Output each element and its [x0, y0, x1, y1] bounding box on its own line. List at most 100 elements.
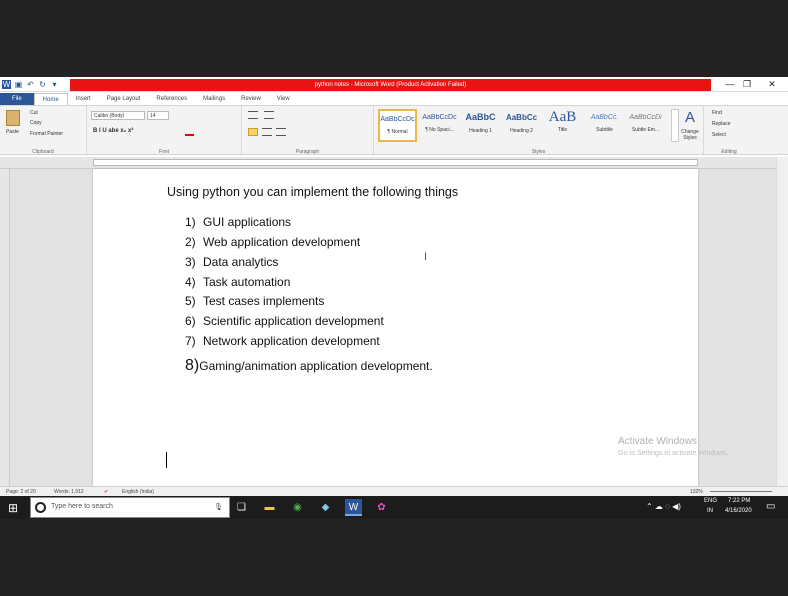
style-normal[interactable]: AaBbCcDc ¶ Normal — [378, 109, 417, 142]
tab-page-layout[interactable]: Page Layout — [99, 93, 149, 105]
list-item: 6) Scientific application development — [185, 314, 384, 328]
paragraph-label: Paragraph — [295, 149, 320, 155]
file-explorer-icon[interactable]: ▬ — [261, 499, 278, 516]
doc-heading: Using python you can implement the follo… — [167, 185, 459, 199]
list-item: 7) Network application development — [185, 334, 380, 348]
zoom-level[interactable]: 132% — [690, 489, 703, 495]
app-icon-2[interactable]: ✿ — [373, 499, 390, 516]
list-item: 8)Gaming/animation application developme… — [185, 357, 433, 374]
mouse-ibeam-icon: I — [424, 251, 428, 263]
screen: W ▣ ↶ ↻ ▾ python notes - Microsoft Word … — [0, 0, 788, 596]
tab-insert[interactable]: Insert — [68, 93, 99, 105]
document-page[interactable]: Using python you can implement the follo… — [93, 169, 698, 486]
tab-home[interactable]: Home — [33, 93, 68, 105]
windows-start-icon[interactable]: ⊞ — [5, 500, 21, 516]
ribbon-tabs: File Home Insert Page Layout References … — [0, 93, 788, 105]
change-styles-icon[interactable]: A — [682, 110, 698, 126]
language-region[interactable]: IN — [707, 508, 713, 514]
paste-button[interactable]: Paste — [6, 129, 19, 135]
clock-date[interactable]: 4/16/2020 — [725, 508, 752, 514]
language-code[interactable]: ENG — [704, 498, 717, 504]
tab-view[interactable]: View — [269, 93, 298, 105]
search-placeholder: Type here to search — [51, 503, 113, 510]
title-bar: W ▣ ↶ ↻ ▾ python notes - Microsoft Word … — [0, 77, 788, 92]
list-item: 1) GUI applications — [185, 215, 292, 229]
horizontal-ruler[interactable] — [0, 157, 776, 169]
vertical-scrollbar[interactable] — [776, 157, 788, 487]
redo-icon[interactable]: ↻ — [38, 80, 47, 89]
styles-group: AaBbCcDc ¶ Normal AaBbCcDc ¶ No Spaci...… — [374, 106, 704, 156]
window-title: python notes - Microsoft Word (Product A… — [70, 79, 711, 91]
task-view-icon[interactable]: ❏ — [233, 499, 250, 516]
tray-icons[interactable]: ⌃ ☁ ◌ ◀) — [646, 502, 681, 511]
format-painter-button[interactable]: Format Painter — [30, 131, 63, 137]
style-subtitle[interactable]: AaBbCc. Subtitle — [585, 109, 624, 142]
align-right-icon[interactable] — [276, 128, 286, 136]
quick-access-toolbar: W ▣ ↶ ↻ ▾ — [2, 79, 59, 90]
language[interactable]: English (India) — [122, 489, 154, 495]
style-no-spacing[interactable]: AaBbCcDc ¶ No Spaci... — [420, 109, 459, 142]
font-color-icon[interactable] — [185, 128, 194, 136]
app-icon[interactable]: ◆ — [317, 499, 334, 516]
search-icon — [35, 502, 46, 513]
cut-button[interactable]: Cut — [30, 110, 38, 116]
editing-label: Editing — [721, 149, 737, 155]
find-button[interactable]: Find — [712, 110, 722, 116]
list-item: 2) Web application development — [185, 235, 361, 249]
microphone-icon[interactable]: 🎙 — [214, 503, 223, 511]
align-center-icon[interactable] — [262, 128, 272, 136]
ribbon: Paste Cut Copy Format Painter Clipboard … — [0, 105, 788, 156]
select-button[interactable]: Select — [712, 132, 726, 138]
word-count[interactable]: Words: 1,912 — [54, 489, 84, 495]
clipboard-group: Paste Cut Copy Format Painter Clipboard — [0, 106, 87, 156]
styles-label: Styles — [531, 149, 546, 155]
font-format-buttons[interactable]: B I U abe x₂ x² — [93, 128, 133, 134]
notifications-icon[interactable]: ▭ — [766, 501, 775, 512]
editing-group: Find Replace Select Editing — [704, 106, 754, 156]
word-window: W ▣ ↶ ↻ ▾ python notes - Microsoft Word … — [0, 77, 788, 519]
undo-icon[interactable]: ↶ — [26, 80, 35, 89]
numbering-icon[interactable] — [264, 111, 274, 119]
ruler-track — [93, 159, 698, 166]
paragraph-group: Paragraph — [242, 106, 374, 156]
word-icon: W — [2, 80, 11, 89]
status-bar: Page: 2 of 20 Words: 1,912 ✔ English (In… — [0, 486, 788, 496]
font-size-select[interactable]: 14 — [147, 111, 169, 120]
close-button[interactable]: ✕ — [758, 77, 786, 92]
list-item: 5) Test cases implements — [185, 294, 325, 308]
paste-icon[interactable] — [6, 110, 20, 126]
list-item: 4) Task automation — [185, 275, 291, 289]
style-title[interactable]: AaB Title — [543, 109, 582, 142]
change-styles-button[interactable]: Change Styles — [678, 129, 702, 141]
style-heading-1[interactable]: AaBbC Heading 1 — [461, 109, 500, 142]
page-count[interactable]: Page: 2 of 20 — [6, 489, 36, 495]
font-family-select[interactable]: Calibri (Body) — [91, 111, 145, 120]
style-subtle-emphasis[interactable]: AaBbCcDi Subtle Em... — [626, 109, 665, 142]
style-heading-2[interactable]: AaBbCc Heading 2 — [502, 109, 541, 142]
bullets-icon[interactable] — [248, 111, 258, 119]
font-label: Font — [158, 149, 169, 155]
copy-button[interactable]: Copy — [30, 120, 42, 126]
activate-windows-hint: Go to Settings to activate Windows. — [618, 450, 729, 457]
activate-windows-watermark: Activate Windows — [618, 436, 697, 447]
zoom-slider[interactable] — [710, 491, 772, 492]
taskbar-search[interactable]: Type here to search 🎙 — [30, 497, 230, 518]
taskbar: ⊞ Type here to search 🎙 ❏ ▬ ◉ ◆ W ✿ ⌃ ☁ … — [0, 496, 788, 519]
save-icon[interactable]: ▣ — [14, 80, 23, 89]
clock-time[interactable]: 7:22 PM — [728, 498, 750, 504]
font-group: Calibri (Body) 14 B I U abe x₂ x² Font — [87, 106, 242, 156]
word-taskbar-icon[interactable]: W — [345, 499, 362, 516]
chrome-icon[interactable]: ◉ — [289, 499, 306, 516]
tab-references[interactable]: References — [148, 93, 195, 105]
align-left-icon[interactable] — [248, 128, 258, 136]
clipboard-label: Clipboard — [32, 149, 54, 155]
tab-review[interactable]: Review — [233, 93, 269, 105]
vertical-ruler[interactable] — [0, 169, 10, 486]
replace-button[interactable]: Replace — [712, 121, 730, 127]
restore-button[interactable]: ❐ — [733, 77, 761, 92]
tab-mailings[interactable]: Mailings — [195, 93, 233, 105]
customize-qat-icon[interactable]: ▾ — [50, 80, 59, 89]
text-caret — [166, 452, 167, 468]
proofing-icon[interactable]: ✔ — [104, 489, 108, 495]
tab-file[interactable]: File — [0, 93, 34, 105]
